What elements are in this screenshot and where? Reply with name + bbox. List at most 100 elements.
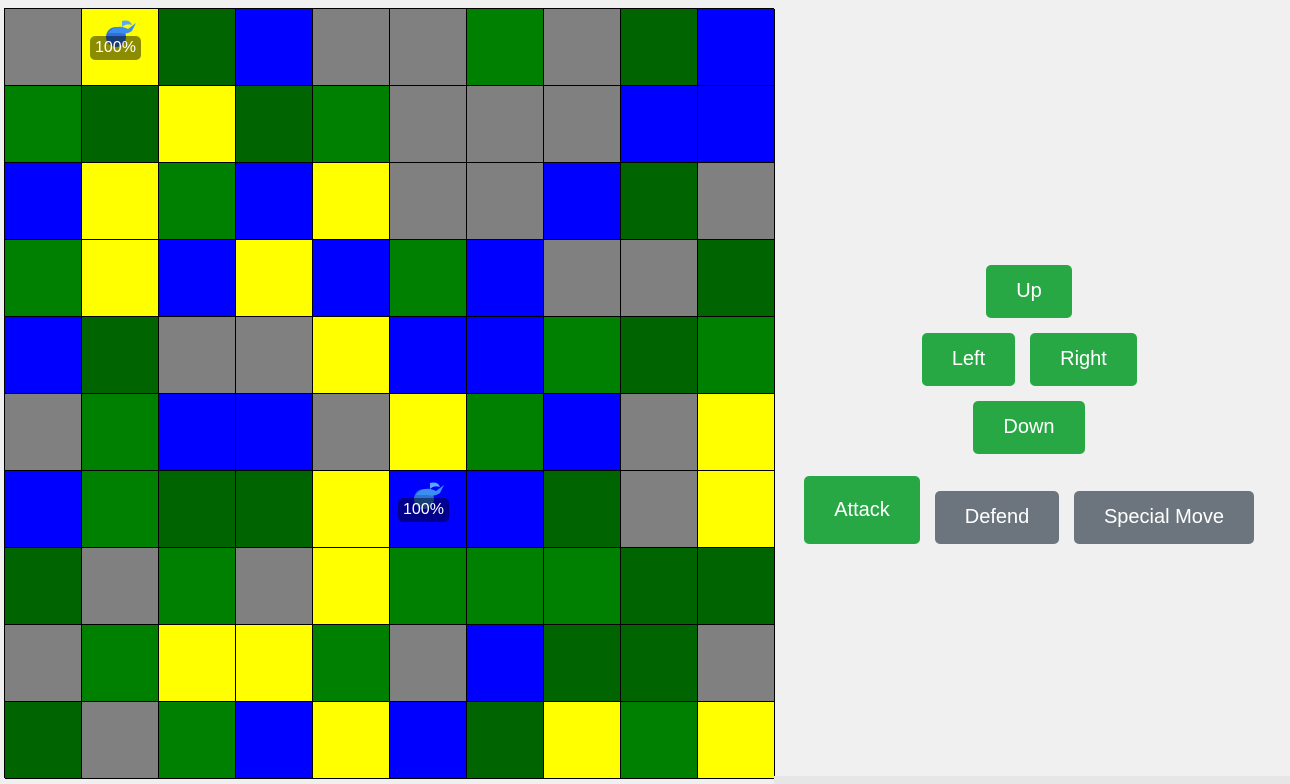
board-cell[interactable] xyxy=(467,240,544,317)
board-cell[interactable] xyxy=(5,471,82,548)
board-cell[interactable] xyxy=(544,394,621,471)
board-cell[interactable] xyxy=(82,702,159,779)
board-cell[interactable] xyxy=(5,9,82,86)
defend-button[interactable]: Defend xyxy=(935,491,1059,544)
horizontal-scrollbar[interactable] xyxy=(774,776,1290,784)
board-cell[interactable] xyxy=(5,548,82,625)
board-cell[interactable] xyxy=(390,702,467,779)
board-cell[interactable] xyxy=(467,86,544,163)
board-cell[interactable] xyxy=(467,163,544,240)
board-cell[interactable] xyxy=(390,9,467,86)
board-cell[interactable] xyxy=(390,625,467,702)
board-cell[interactable] xyxy=(698,317,775,394)
board-cell[interactable] xyxy=(82,548,159,625)
board-cell[interactable] xyxy=(236,548,313,625)
board-cell[interactable] xyxy=(544,471,621,548)
board-cell[interactable] xyxy=(698,625,775,702)
board-cell[interactable] xyxy=(82,625,159,702)
left-button[interactable]: Left xyxy=(922,333,1015,386)
board-cell[interactable] xyxy=(698,9,775,86)
board-cell[interactable] xyxy=(698,86,775,163)
board-cell[interactable] xyxy=(544,317,621,394)
board-cell[interactable] xyxy=(159,394,236,471)
board-cell[interactable] xyxy=(5,240,82,317)
board-cell[interactable] xyxy=(621,317,698,394)
board-cell[interactable] xyxy=(544,702,621,779)
board-cell[interactable] xyxy=(236,394,313,471)
unit-token[interactable]: 100% xyxy=(390,471,466,547)
board-cell[interactable] xyxy=(390,548,467,625)
special-move-button[interactable]: Special Move xyxy=(1074,491,1254,544)
board-cell[interactable] xyxy=(621,471,698,548)
board-cell[interactable] xyxy=(159,86,236,163)
board-cell[interactable] xyxy=(159,548,236,625)
board-cell[interactable] xyxy=(621,86,698,163)
board-cell[interactable] xyxy=(621,240,698,317)
board-cell[interactable] xyxy=(467,9,544,86)
board-cell[interactable] xyxy=(621,702,698,779)
board-cell[interactable] xyxy=(467,548,544,625)
board-cell[interactable] xyxy=(390,240,467,317)
board-cell[interactable] xyxy=(236,702,313,779)
board-cell[interactable] xyxy=(544,86,621,163)
unit-token[interactable]: 100% xyxy=(82,9,158,85)
board-cell[interactable] xyxy=(236,240,313,317)
board-cell[interactable] xyxy=(159,163,236,240)
board-cell[interactable] xyxy=(159,625,236,702)
board-cell[interactable] xyxy=(236,9,313,86)
board-cell[interactable] xyxy=(313,394,390,471)
board-cell[interactable]: 100% xyxy=(390,471,467,548)
board-cell[interactable] xyxy=(390,86,467,163)
board-cell[interactable] xyxy=(5,163,82,240)
board-cell[interactable] xyxy=(390,163,467,240)
board-cell[interactable] xyxy=(544,548,621,625)
board-cell[interactable] xyxy=(313,625,390,702)
board-cell[interactable] xyxy=(313,86,390,163)
board-cell[interactable] xyxy=(159,317,236,394)
board-cell[interactable] xyxy=(236,317,313,394)
board-cell[interactable] xyxy=(159,471,236,548)
board-cell[interactable] xyxy=(390,394,467,471)
board-cell[interactable] xyxy=(544,163,621,240)
board-cell[interactable] xyxy=(236,471,313,548)
board-cell[interactable] xyxy=(82,86,159,163)
board-cell[interactable] xyxy=(467,317,544,394)
right-button[interactable]: Right xyxy=(1030,333,1137,386)
board-cell[interactable] xyxy=(698,548,775,625)
board-cell[interactable] xyxy=(698,471,775,548)
board-cell[interactable] xyxy=(621,9,698,86)
up-button[interactable]: Up xyxy=(986,265,1072,318)
board-cell[interactable] xyxy=(467,702,544,779)
board-cell[interactable] xyxy=(5,702,82,779)
board-cell[interactable] xyxy=(621,548,698,625)
board-cell[interactable]: 100% xyxy=(82,9,159,86)
board-cell[interactable] xyxy=(698,394,775,471)
board-cell[interactable] xyxy=(621,625,698,702)
board-cell[interactable] xyxy=(313,702,390,779)
board-cell[interactable] xyxy=(5,86,82,163)
board-cell[interactable] xyxy=(159,9,236,86)
board-cell[interactable] xyxy=(82,163,159,240)
board-cell[interactable] xyxy=(544,240,621,317)
attack-button[interactable]: Attack xyxy=(804,476,920,544)
board-cell[interactable] xyxy=(236,163,313,240)
board-cell[interactable] xyxy=(313,548,390,625)
board-cell[interactable] xyxy=(621,394,698,471)
board-cell[interactable] xyxy=(698,702,775,779)
board-cell[interactable] xyxy=(621,163,698,240)
board-cell[interactable] xyxy=(698,240,775,317)
board-cell[interactable] xyxy=(236,625,313,702)
board-cell[interactable] xyxy=(5,394,82,471)
board-cell[interactable] xyxy=(5,317,82,394)
board-cell[interactable] xyxy=(236,86,313,163)
board-cell[interactable] xyxy=(313,471,390,548)
board-cell[interactable] xyxy=(467,471,544,548)
board-cell[interactable] xyxy=(313,240,390,317)
down-button[interactable]: Down xyxy=(973,401,1085,454)
board-cell[interactable] xyxy=(313,163,390,240)
board-cell[interactable] xyxy=(82,394,159,471)
board-cell[interactable] xyxy=(82,240,159,317)
board-cell[interactable] xyxy=(544,625,621,702)
board-cell[interactable] xyxy=(467,394,544,471)
board-cell[interactable] xyxy=(159,240,236,317)
